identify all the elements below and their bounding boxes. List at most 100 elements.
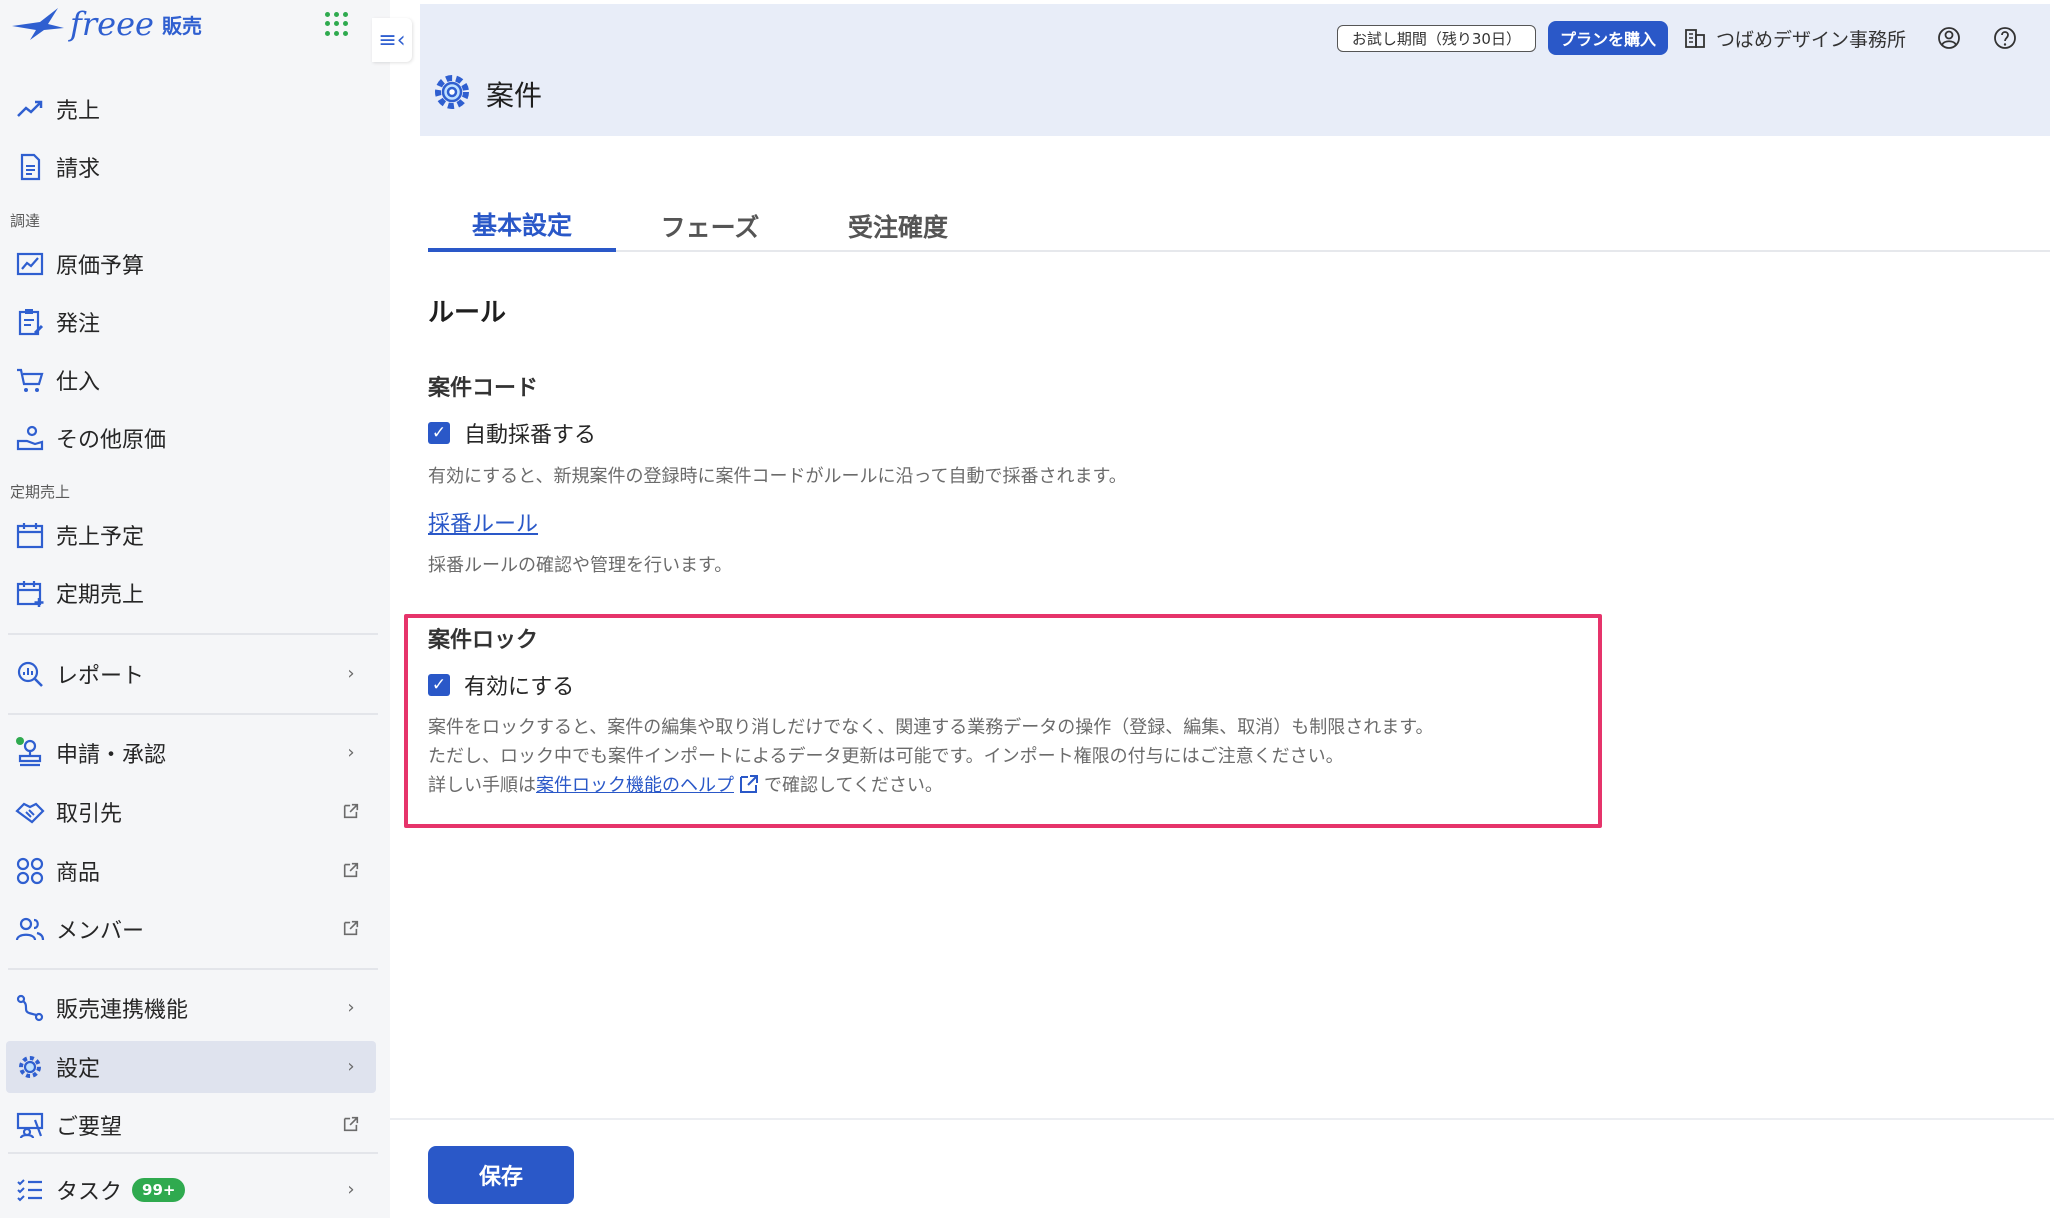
sidebar-item-cost-budget[interactable]: 原価予算 [6, 238, 376, 290]
handshake-icon [12, 794, 48, 830]
sidebar-collapse-button[interactable]: ≡‹ [372, 18, 412, 62]
help-prefix-text: 詳しい手順は [428, 775, 536, 796]
sidebar-item-sales[interactable]: 売上 [6, 83, 376, 135]
app-switcher-icon[interactable] [325, 12, 349, 36]
tab-order-probability[interactable]: 受注確度 [804, 200, 992, 252]
sidebar-item-label: 仕入 [56, 370, 101, 395]
sidebar-item-purchasing[interactable]: 仕入 [6, 354, 376, 406]
page-title: 案件 [430, 70, 542, 118]
sidebar-divider [8, 633, 378, 635]
brand-logo-text: freee [70, 5, 154, 43]
help-suffix-text: で確認してください。 [764, 775, 943, 796]
project-lock-description-line1: 案件をロックすると、案件の編集や取り消しだけでなく、関連する業務データの操作（登… [428, 717, 1434, 738]
project-lock-help-link[interactable]: 案件ロック機能のヘルプ [536, 775, 734, 796]
document-icon [12, 149, 48, 185]
hand-coin-icon [12, 420, 48, 456]
sidebar-item-reports[interactable]: レポート › [6, 648, 376, 700]
gear-icon [430, 70, 474, 118]
sidebar-item-label: 売上 [56, 99, 101, 124]
chevron-right-icon: › [347, 662, 355, 684]
help-icon[interactable] [1992, 25, 2018, 51]
integration-icon [12, 990, 48, 1026]
swallow-logo-icon [12, 8, 64, 40]
sidebar-item-label: 申請・承認 [56, 743, 167, 768]
gear-icon [12, 1049, 48, 1085]
sidebar-item-label: その他原価 [56, 428, 167, 453]
collapse-menu-icon: ≡‹ [378, 27, 406, 53]
sidebar-divider [8, 1152, 378, 1154]
sidebar-item-other-costs[interactable]: その他原価 [6, 412, 376, 464]
sidebar-item-label: 原価予算 [56, 254, 145, 279]
chevron-right-icon: › [347, 741, 355, 763]
brand-logo[interactable]: freee 販売 [10, 0, 202, 48]
tab-phases[interactable]: フェーズ [616, 200, 804, 252]
sidebar-item-integrations[interactable]: 販売連携機能 › [6, 982, 376, 1034]
numbering-rule-link[interactable]: 採番ルール [428, 506, 538, 538]
page-title-text: 案件 [486, 79, 543, 112]
settings-tabs: 基本設定 フェーズ 受注確度 [428, 200, 2050, 252]
sidebar-item-label: 設定 [56, 1057, 101, 1082]
sidebar-item-feedback[interactable]: ご要望 [6, 1099, 376, 1151]
sidebar-item-members[interactable]: メンバー [6, 903, 376, 955]
building-icon [1685, 29, 1705, 48]
sidebar: freee 販売 売上 請求 調達 原価予算 発注 仕入 その他原価 定期売上 … [0, 0, 390, 1218]
sidebar-item-settings[interactable]: 設定 › [6, 1041, 376, 1093]
external-link-icon [340, 859, 362, 881]
section-label-recurring: 定期売上 [10, 483, 71, 501]
rule-heading: ルール [428, 298, 507, 328]
project-lock-heading: 案件ロック [428, 628, 539, 653]
sidebar-item-sales-schedule[interactable]: 売上予定 [6, 509, 376, 561]
sidebar-divider [8, 968, 378, 970]
numbering-rule-description: 採番ルールの確認や管理を行います。 [428, 555, 733, 576]
tab-basic-settings[interactable]: 基本設定 [428, 200, 616, 252]
project-lock-description-line3: 詳しい手順は案件ロック機能のヘルプ で確認してください。 [428, 771, 1433, 800]
task-count-badge: 99+ [132, 1178, 186, 1202]
notification-dot [16, 737, 24, 745]
task-list-icon [12, 1172, 48, 1208]
header-toolbar: お試し期間（残り30日） プランを購入 つばめデザイン事務所 [1336, 21, 2018, 55]
budget-chart-icon [12, 246, 48, 282]
auto-numbering-label: 自動採番する [464, 423, 597, 448]
sidebar-item-label: レポート [56, 664, 145, 689]
footer-divider [390, 1118, 2054, 1120]
sidebar-item-label: メンバー [56, 919, 145, 944]
sidebar-divider [8, 713, 378, 715]
calendar-plus-icon [12, 575, 48, 611]
app-root: freee 販売 売上 請求 調達 原価予算 発注 仕入 その他原価 定期売上 … [0, 0, 2054, 1218]
sidebar-item-billing[interactable]: 請求 [6, 141, 376, 193]
clipboard-edit-icon [12, 304, 48, 340]
sidebar-item-label: 販売連携機能 [56, 998, 189, 1023]
external-link-icon [340, 800, 362, 822]
user-account-icon[interactable] [1936, 25, 1962, 51]
save-button[interactable]: 保存 [428, 1146, 574, 1204]
report-search-icon [12, 656, 48, 692]
project-lock-label: 有効にする [464, 675, 575, 700]
auto-numbering-option[interactable]: ✓ 自動採番する [428, 417, 596, 449]
sidebar-item-label: 取引先 [56, 802, 123, 827]
sidebar-item-purchase-order[interactable]: 発注 [6, 296, 376, 348]
sidebar-item-products[interactable]: 商品 [6, 845, 376, 897]
trial-period-badge: お試し期間（残り30日） [1336, 24, 1536, 52]
sidebar-item-label: 請求 [56, 157, 101, 182]
organization-switcher[interactable]: つばめデザイン事務所 [1684, 25, 1906, 52]
brand-product-name: 販売 [161, 13, 202, 38]
auto-numbering-checkbox[interactable]: ✓ [428, 422, 450, 444]
products-icon [12, 853, 48, 889]
sidebar-item-label: 商品 [56, 861, 101, 886]
sidebar-item-label: 発注 [56, 312, 101, 337]
project-code-heading: 案件コード [428, 376, 539, 401]
sidebar-item-label: ご要望 [56, 1115, 123, 1140]
sidebar-item-recurring-sales[interactable]: 定期売上 [6, 567, 376, 619]
calendar-icon [12, 517, 48, 553]
buy-plan-button[interactable]: プランを購入 [1547, 21, 1668, 55]
external-link-icon[interactable] [738, 773, 760, 795]
sidebar-item-partners[interactable]: 取引先 [6, 786, 376, 838]
project-lock-checkbox[interactable]: ✓ [428, 674, 450, 696]
feedback-icon [12, 1107, 48, 1143]
sidebar-item-tasks[interactable]: タスク 99+ › [6, 1164, 376, 1216]
sidebar-item-approvals[interactable]: 申請・承認 › [6, 727, 376, 779]
external-link-icon [340, 1113, 362, 1135]
sidebar-item-label: タスク [56, 1180, 123, 1205]
project-lock-option[interactable]: ✓ 有効にする [428, 669, 574, 701]
organization-name: つばめデザイン事務所 [1715, 28, 1906, 51]
